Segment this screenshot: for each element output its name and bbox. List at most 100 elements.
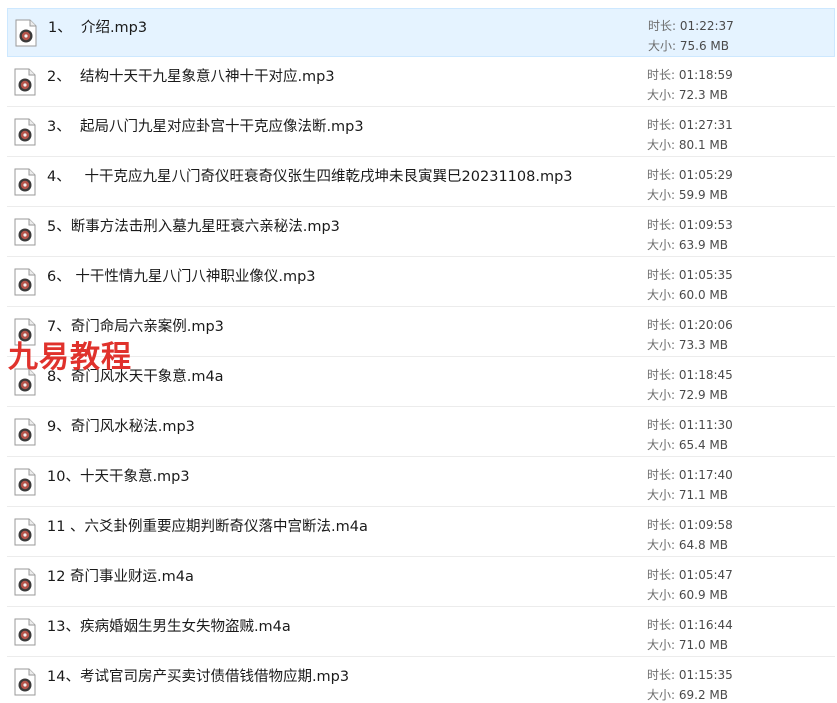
file-duration: 时长: 01:15:35 <box>647 666 733 683</box>
audio-file-icon <box>14 268 36 296</box>
duration-value: 01:27:31 <box>678 118 733 132</box>
file-duration: 时长: 01:27:31 <box>647 116 733 133</box>
file-name: 13、疾病婚姻生男生女失物盗贼.m4a <box>47 619 291 635</box>
size-value: 73.3 MB <box>678 338 728 352</box>
audio-file-icon <box>15 19 37 47</box>
file-name: 9、奇门风水秘法.mp3 <box>47 419 195 435</box>
duration-value: 01:05:29 <box>678 168 733 182</box>
audio-file-icon <box>14 618 36 646</box>
duration-value: 01:11:30 <box>678 418 733 432</box>
duration-value: 01:18:45 <box>678 368 733 382</box>
duration-label: 时长: <box>647 168 676 182</box>
file-row[interactable]: 10、十天干象意.mp3 时长: 01:17:40 大小: 71.1 MB <box>7 458 835 507</box>
size-value: 72.3 MB <box>678 88 728 102</box>
file-row[interactable]: 9、奇门风水秘法.mp3 时长: 01:11:30 大小: 65.4 MB <box>7 408 835 457</box>
size-value: 71.0 MB <box>678 638 728 652</box>
file-row[interactable]: 6、 十干性情九星八门八神职业像仪.mp3 时长: 01:05:35 大小: 60.… <box>7 258 835 307</box>
size-value: 80.1 MB <box>678 138 728 152</box>
size-value: 72.9 MB <box>678 388 728 402</box>
file-size: 大小: 71.1 MB <box>647 486 728 503</box>
duration-label: 时长: <box>647 318 676 332</box>
duration-value: 01:22:37 <box>679 19 734 33</box>
size-label: 大小: <box>648 39 677 53</box>
audio-file-icon <box>14 468 36 496</box>
audio-file-icon <box>14 418 36 446</box>
file-row[interactable]: 4、 十干克应九星八门奇仪旺衰奇仪张生四维乾戌坤未艮寅巽巳20231108.mp… <box>7 158 835 207</box>
audio-file-icon <box>14 218 36 246</box>
file-row[interactable]: 5、断事方法击刑入墓九星旺衰六亲秘法.mp3 时长: 01:09:53 大小: 63… <box>7 208 835 257</box>
file-duration: 时长: 01:11:30 <box>647 416 733 433</box>
file-row[interactable]: 2、 结构十天干九星象意八神十干对应.mp3 时长: 01:18:59 大小: 72… <box>7 58 835 107</box>
file-size: 大小: 60.0 MB <box>647 286 728 303</box>
file-name: 12 奇门事业财运.m4a <box>47 569 194 585</box>
file-size: 大小: 71.0 MB <box>647 636 728 653</box>
file-row[interactable]: 13、疾病婚姻生男生女失物盗贼.m4a 时长: 01:16:44 大小: 71.0 … <box>7 608 835 657</box>
duration-value: 01:05:35 <box>678 268 733 282</box>
file-size: 大小: 75.6 MB <box>648 37 729 54</box>
file-size: 大小: 69.2 MB <box>647 686 728 703</box>
duration-value: 01:20:06 <box>678 318 733 332</box>
file-row[interactable]: 1、 介绍.mp3 时长: 01:22:37 大小: 75.6 MB <box>7 8 835 57</box>
duration-value: 01:05:47 <box>678 568 733 582</box>
size-label: 大小: <box>647 188 676 202</box>
audio-file-icon <box>14 518 36 546</box>
file-row[interactable]: 3、 起局八门九星对应卦宫十干克应像法断.mp3 时长: 01:27:31 大小: … <box>7 108 835 157</box>
size-label: 大小: <box>647 538 676 552</box>
file-row[interactable]: 11 、六爻卦例重要应期判断奇仪落中宫断法.m4a 时长: 01:09:58 大小:… <box>7 508 835 557</box>
file-duration: 时长: 01:22:37 <box>648 17 734 34</box>
file-size: 大小: 73.3 MB <box>647 336 728 353</box>
size-label: 大小: <box>647 238 676 252</box>
file-name: 5、断事方法击刑入墓九星旺衰六亲秘法.mp3 <box>47 219 340 235</box>
duration-label: 时长: <box>647 668 676 682</box>
duration-label: 时长: <box>647 118 676 132</box>
size-value: 64.8 MB <box>678 538 728 552</box>
file-row[interactable]: 14、考试官司房产买卖讨债借钱借物应期.mp3 时长: 01:15:35 大小: 6… <box>7 658 835 703</box>
duration-label: 时长: <box>647 368 676 382</box>
duration-value: 01:17:40 <box>678 468 733 482</box>
audio-file-icon <box>14 68 36 96</box>
file-duration: 时长: 01:17:40 <box>647 466 733 483</box>
size-value: 60.9 MB <box>678 588 728 602</box>
size-label: 大小: <box>647 288 676 302</box>
size-label: 大小: <box>647 138 676 152</box>
duration-label: 时长: <box>647 268 676 282</box>
duration-label: 时长: <box>647 618 676 632</box>
file-size: 大小: 72.3 MB <box>647 86 728 103</box>
file-duration: 时长: 01:16:44 <box>647 616 733 633</box>
file-name: 3、 起局八门九星对应卦宫十干克应像法断.mp3 <box>47 119 364 135</box>
file-name: 1、 介绍.mp3 <box>48 20 148 36</box>
file-size: 大小: 64.8 MB <box>647 536 728 553</box>
duration-value: 01:09:53 <box>678 218 733 232</box>
size-value: 60.0 MB <box>678 288 728 302</box>
file-name: 11 、六爻卦例重要应期判断奇仪落中宫断法.m4a <box>47 519 368 535</box>
file-size: 大小: 59.9 MB <box>647 186 728 203</box>
size-label: 大小: <box>647 638 676 652</box>
duration-label: 时长: <box>647 418 676 432</box>
file-duration: 时长: 01:09:53 <box>647 216 733 233</box>
file-name: 14、考试官司房产买卖讨债借钱借物应期.mp3 <box>47 669 350 685</box>
size-label: 大小: <box>647 388 676 402</box>
duration-value: 01:16:44 <box>678 618 733 632</box>
audio-file-icon <box>14 568 36 596</box>
file-name: 4、 十干克应九星八门奇仪旺衰奇仪张生四维乾戌坤未艮寅巽巳20231108.mp… <box>47 169 573 185</box>
file-name: 10、十天干象意.mp3 <box>47 469 190 485</box>
file-duration: 时长: 01:05:47 <box>647 566 733 583</box>
file-duration: 时长: 01:05:35 <box>647 266 733 283</box>
file-duration: 时长: 01:09:58 <box>647 516 733 533</box>
file-row[interactable]: 12 奇门事业财运.m4a 时长: 01:05:47 大小: 60.9 MB <box>7 558 835 607</box>
audio-file-icon <box>14 668 36 696</box>
audio-file-icon <box>14 168 36 196</box>
file-duration: 时长: 01:18:45 <box>647 366 733 383</box>
duration-label: 时长: <box>647 218 676 232</box>
size-label: 大小: <box>647 688 676 702</box>
watermark-text: 九易教程 <box>8 340 132 375</box>
duration-label: 时长: <box>647 568 676 582</box>
audio-file-icon <box>14 118 36 146</box>
size-value: 71.1 MB <box>678 488 728 502</box>
size-value: 69.2 MB <box>678 688 728 702</box>
duration-label: 时长: <box>647 518 676 532</box>
file-name: 2、 结构十天干九星象意八神十干对应.mp3 <box>47 69 335 85</box>
file-size: 大小: 72.9 MB <box>647 386 728 403</box>
size-value: 63.9 MB <box>678 238 728 252</box>
file-size: 大小: 60.9 MB <box>647 586 728 603</box>
